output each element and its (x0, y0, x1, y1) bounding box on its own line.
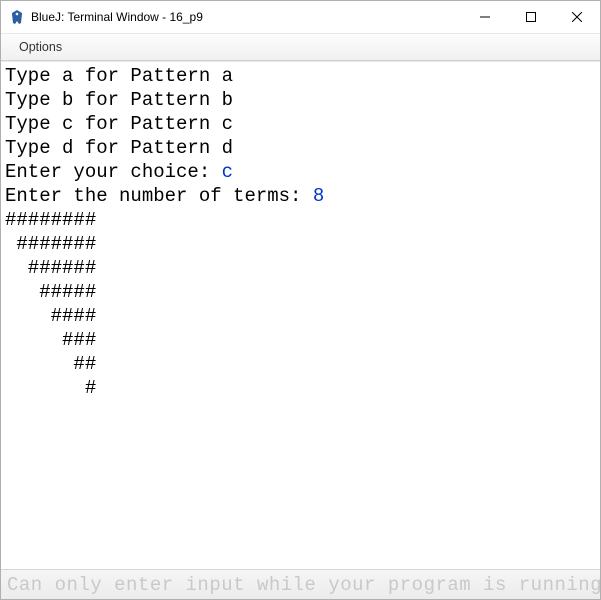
terminal-line: #### (5, 304, 596, 328)
terminal-text: Type d for Pattern d (5, 137, 233, 159)
terminal-text: Type a for Pattern a (5, 65, 233, 87)
terminal-line: Type a for Pattern a (5, 64, 596, 88)
bluej-icon (9, 9, 25, 25)
terminal-text: ##### (5, 281, 96, 303)
terminal-text: Enter your choice: (5, 161, 222, 183)
terminal-text: ### (5, 329, 96, 351)
terminal-line: Type c for Pattern c (5, 112, 596, 136)
terminal-line: Type d for Pattern d (5, 136, 596, 160)
terminal-line: ######## (5, 208, 596, 232)
terminal-text: ####### (5, 233, 96, 255)
menu-options[interactable]: Options (13, 36, 68, 58)
terminal-window: BlueJ: Terminal Window - 16_p9 Options T… (0, 0, 601, 600)
terminal-user-input: 8 (313, 185, 324, 207)
maximize-button[interactable] (508, 1, 554, 33)
terminal-text: Enter the number of terms: (5, 185, 313, 207)
terminal-line: Enter your choice: c (5, 160, 596, 184)
terminal-text: # (5, 377, 96, 399)
status-message: Can only enter input while your program … (7, 574, 600, 596)
minimize-button[interactable] (462, 1, 508, 33)
terminal-line: ##### (5, 280, 596, 304)
terminal-line: # (5, 376, 596, 400)
terminal-line: Enter the number of terms: 8 (5, 184, 596, 208)
terminal-text: Type b for Pattern b (5, 89, 233, 111)
terminal-line: ### (5, 328, 596, 352)
terminal-line: ###### (5, 256, 596, 280)
statusbar: Can only enter input while your program … (1, 569, 600, 599)
terminal-user-input: c (222, 161, 233, 183)
terminal-text: ######## (5, 209, 96, 231)
close-button[interactable] (554, 1, 600, 33)
terminal-text: ###### (5, 257, 96, 279)
terminal-text: #### (5, 305, 96, 327)
window-title: BlueJ: Terminal Window - 16_p9 (31, 10, 203, 24)
terminal-line: ####### (5, 232, 596, 256)
terminal-line: ## (5, 352, 596, 376)
terminal-text: Type c for Pattern c (5, 113, 233, 135)
menubar: Options (1, 33, 600, 61)
terminal-output[interactable]: Type a for Pattern aType b for Pattern b… (1, 61, 600, 569)
terminal-line: Type b for Pattern b (5, 88, 596, 112)
titlebar: BlueJ: Terminal Window - 16_p9 (1, 1, 600, 33)
terminal-text: ## (5, 353, 96, 375)
